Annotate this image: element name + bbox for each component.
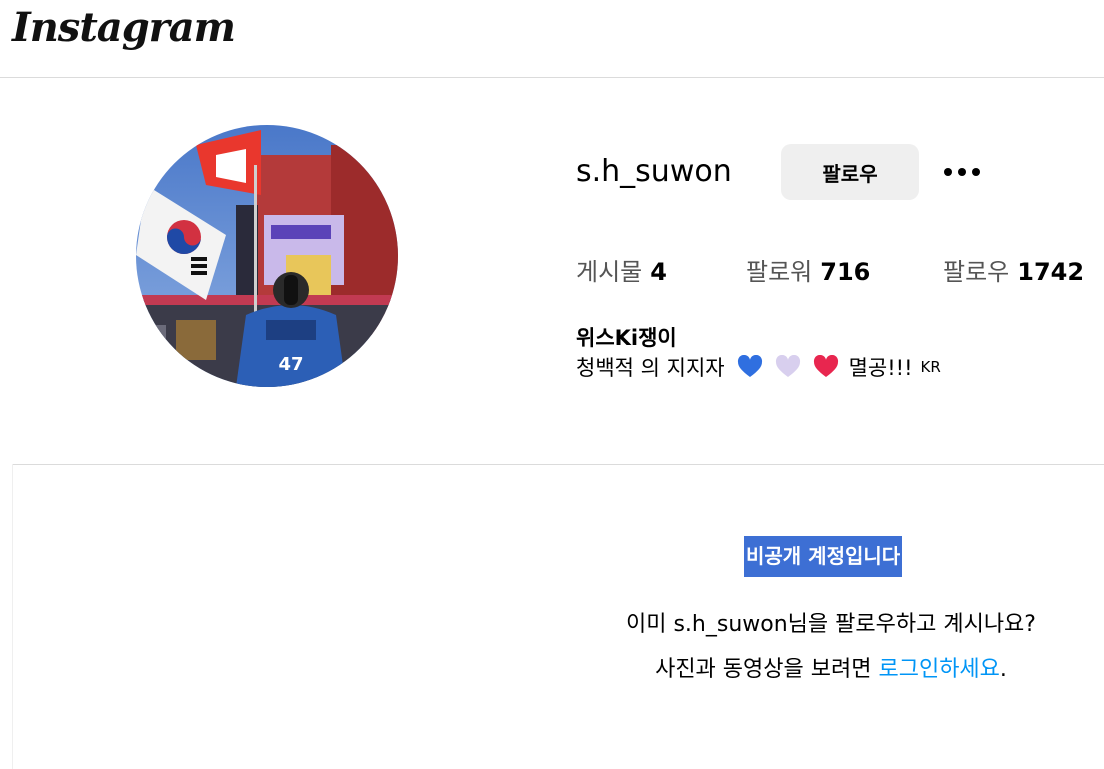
avatar[interactable]: 47 [136,125,398,387]
avatar-photo: 47 [136,125,398,387]
dot [972,168,980,176]
bio-name: 위스Ki쟁이 [576,326,677,350]
white-heart-icon [775,355,800,377]
bio-text: 청백적 의 지지자 [576,356,725,380]
profile-username: s.h_suwon [576,154,732,189]
private-account-title: 비공개 계정입니다 [744,536,903,577]
bio-suffix: 멸공!!! [848,356,913,380]
stat-following[interactable]: 팔로우 1742 [943,252,1084,287]
section-divider [12,464,1104,465]
login-link[interactable]: 로그인하세요 [878,657,999,682]
content-border [12,464,13,769]
svg-text:47: 47 [278,354,303,375]
private-message-suffix: . [999,657,1007,682]
korea-flag-text: KR [920,358,941,376]
stat-followers[interactable]: 팔로워 716 [746,252,870,287]
dot [958,168,966,176]
instagram-logo[interactable]: Instagram [12,4,236,51]
dot [944,168,952,176]
stat-value: 716 [820,258,871,286]
stat-label: 팔로워 [746,258,813,286]
red-heart-icon [813,355,838,377]
stat-posts: 게시물 4 [576,252,667,287]
more-options-icon[interactable] [938,150,986,194]
stat-value: 1742 [1017,258,1085,286]
stat-value: 4 [650,258,667,286]
top-bar: Instagram [0,0,1104,78]
blue-heart-icon [737,355,762,377]
follow-button[interactable]: 팔로우 [781,144,919,200]
stat-label: 팔로우 [943,258,1010,286]
private-account-message: 이미 s.h_suwon님을 팔로우하고 계시나요? 사진과 동영상을 보려면 … [616,602,1046,692]
stat-label: 게시물 [576,258,643,286]
bio-text-line: 청백적 의 지지자 멸공!!! KR [576,352,941,382]
